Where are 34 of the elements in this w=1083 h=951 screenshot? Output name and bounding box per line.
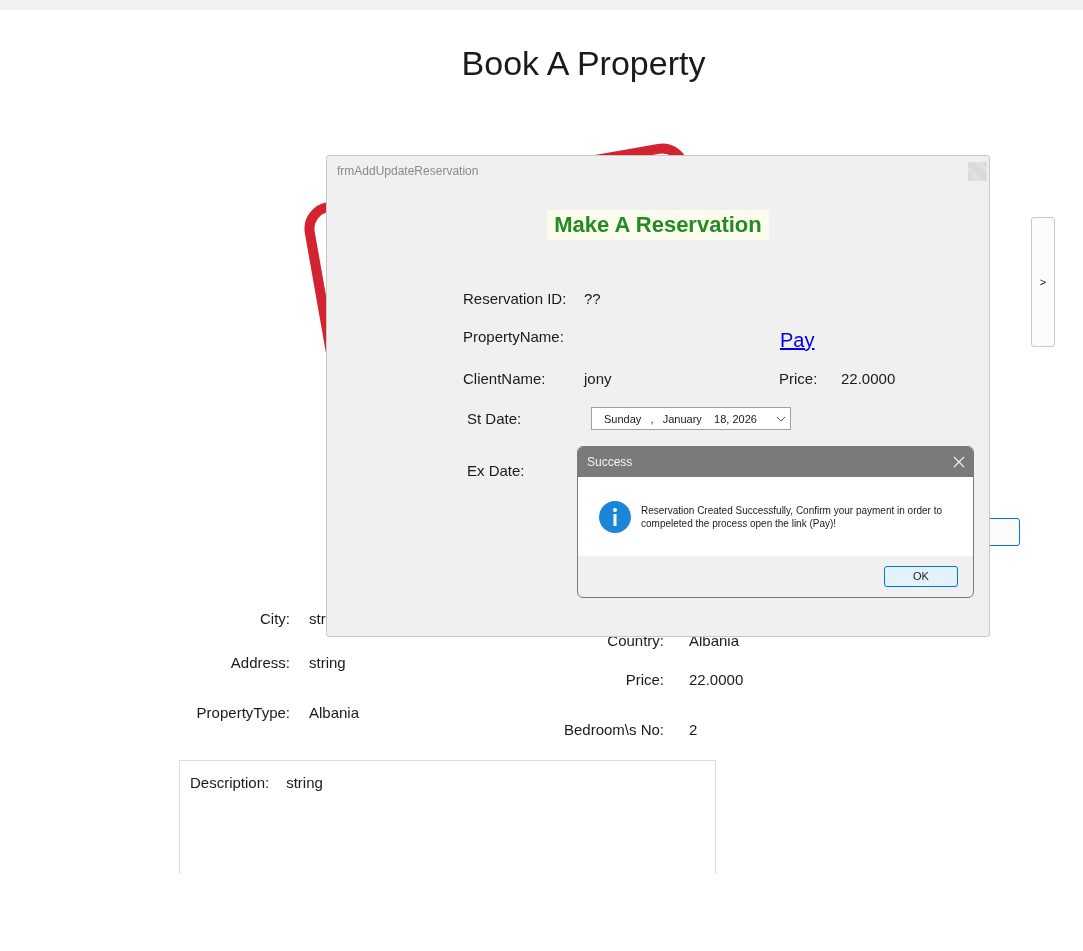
field-value: str: [309, 610, 326, 628]
ok-button[interactable]: OK: [884, 566, 958, 587]
date-picker[interactable]: Sunday , January 18, 2026: [591, 407, 791, 430]
description-value: string: [286, 774, 323, 793]
description-label: Description:: [190, 774, 270, 793]
field-label: Address:: [229, 654, 290, 672]
field-value: jony: [584, 370, 613, 388]
field-value: 22.0000: [689, 671, 744, 689]
field-label: Price:: [624, 671, 664, 689]
field-value: string: [309, 654, 346, 672]
caret-icon: [776, 415, 786, 422]
field-label: Price:: [779, 370, 819, 388]
pay-link[interactable]: Pay: [780, 328, 815, 352]
field-label: St Date:: [467, 409, 523, 428]
field-value: ??: [584, 290, 601, 308]
field-label: Ex Date:: [467, 462, 525, 480]
field-label: Reservation ID:: [463, 290, 568, 308]
info-icon: [599, 500, 631, 533]
field-value: 22.0000: [841, 370, 896, 388]
close-icon[interactable]: [953, 456, 965, 468]
next-button[interactable]: >: [1031, 217, 1055, 347]
message-text: Reservation Created Successfully, Confirm your payment in order to compeleted the process open the link (Pay)!: [641, 503, 944, 530]
window-title: frmAddUpdateReservation: [337, 163, 479, 180]
field-label: ClientName:: [463, 370, 547, 388]
field-label: PropertyType:: [195, 704, 290, 722]
field-value: 2: [689, 721, 698, 739]
field-label: Bedroom\s No:: [562, 721, 664, 739]
field-label: PropertyName:: [463, 328, 565, 346]
page-title: Book A Property: [461, 43, 706, 83]
form-heading: Make A Reservation: [547, 210, 769, 240]
field-label: City:: [259, 610, 290, 628]
field-label: Country:: [606, 632, 664, 650]
message-title: Success: [587, 454, 633, 471]
field-value: Albania: [309, 704, 360, 722]
